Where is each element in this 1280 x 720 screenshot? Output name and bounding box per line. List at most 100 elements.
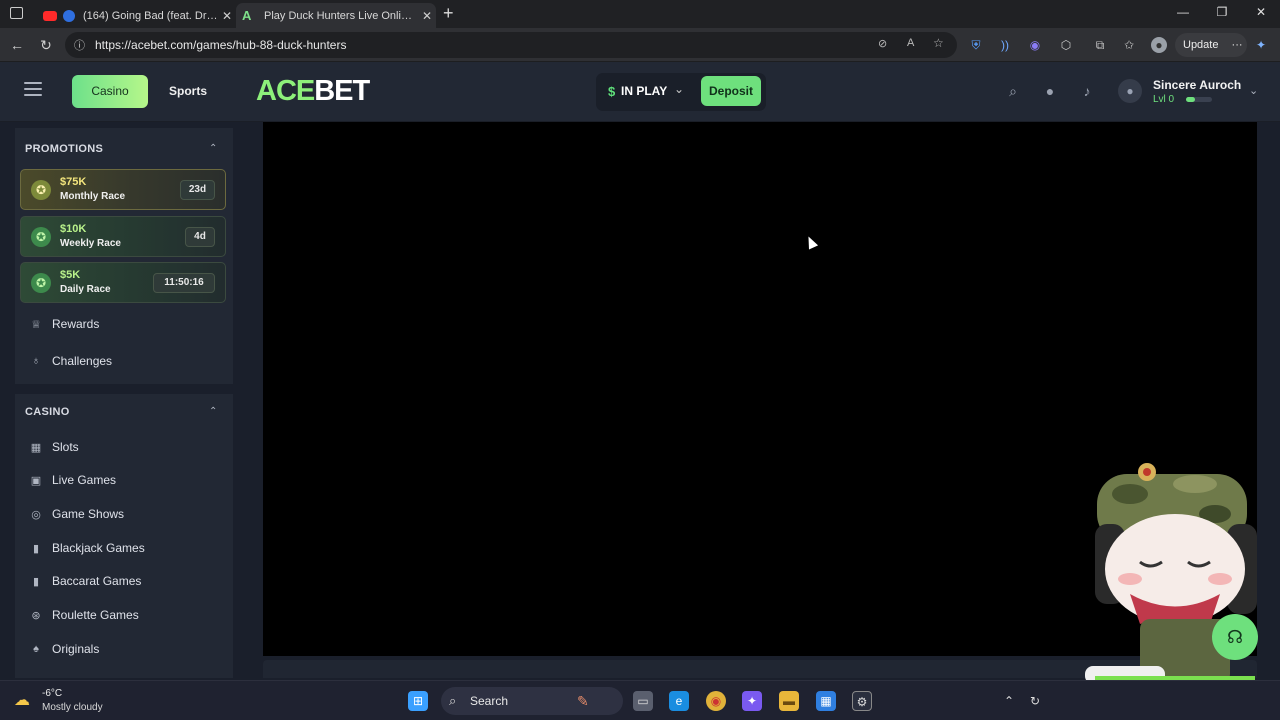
race-icon: ✪ xyxy=(31,180,51,200)
acebet-logo[interactable]: ACEBET xyxy=(256,75,370,108)
game-shows-icon: ◎ xyxy=(31,508,41,521)
casino-title: CASINO xyxy=(25,406,70,418)
update-button[interactable]: Update ··· xyxy=(1175,33,1247,57)
temperature: -6°C xyxy=(42,688,63,699)
sidebar-item-label: Originals xyxy=(52,642,100,656)
update-label: Update xyxy=(1183,39,1219,51)
user-level: Lvl 0 xyxy=(1153,94,1175,105)
tab-actions-icon[interactable] xyxy=(10,7,23,19)
sidebar-item-live-games[interactable]: ▣ Live Games xyxy=(28,469,116,491)
profile-icon[interactable]: ● xyxy=(1151,37,1167,53)
race-weekly[interactable]: ✪ $10K Weekly Race 4d xyxy=(20,216,226,257)
chrome-icon[interactable]: ◉ xyxy=(706,691,726,711)
search-icon[interactable]: ⌕ xyxy=(1004,82,1022,100)
race-amount: $5K xyxy=(60,269,81,281)
sidebar-item-originals[interactable]: ♠ Originals xyxy=(28,638,99,660)
race-timer: 4d xyxy=(185,227,215,247)
close-tab-icon[interactable]: ✕ xyxy=(418,9,436,23)
chevron-down-icon[interactable]: ⌄ xyxy=(1249,84,1258,97)
race-icon: ✪ xyxy=(31,227,51,247)
chevron-down-icon: ⌄ xyxy=(674,82,685,96)
split-screen-icon[interactable]: ⧉ xyxy=(1092,37,1108,53)
bell-icon[interactable]: ♪ xyxy=(1078,82,1096,100)
cap-badge-center xyxy=(1143,468,1151,476)
tray-overflow-icon[interactable]: ⌃ xyxy=(999,691,1019,711)
file-explorer-icon[interactable]: ▬ xyxy=(779,691,799,711)
logo-bet: BET xyxy=(314,75,370,107)
extensions-puzzle-icon[interactable]: ⬡ xyxy=(1058,37,1074,53)
sidebar-item-rewards[interactable]: ♕ Rewards xyxy=(28,313,99,335)
more-menu-icon[interactable]: ··· xyxy=(1232,39,1243,51)
tracking-prevention-icon[interactable]: ⊘ xyxy=(878,37,887,50)
reload-icon[interactable]: ↻ xyxy=(37,36,55,54)
sidebar-item-baccarat[interactable]: ▮ Baccarat Games xyxy=(28,570,141,592)
sidebar-item-roulette[interactable]: ⊛ Roulette Games xyxy=(28,604,138,626)
maximize-icon[interactable]: ❐ xyxy=(1211,5,1233,23)
steam-icon[interactable]: ⚙ xyxy=(852,691,872,711)
edge-browser-icon[interactable]: e xyxy=(669,691,689,711)
casino-tab[interactable]: Casino xyxy=(72,75,148,108)
support-headset-button[interactable]: ☊ xyxy=(1212,614,1258,660)
cap-camo-patch xyxy=(1173,475,1217,493)
read-aloud-icon[interactable]: A xyxy=(907,37,914,49)
balance-label: IN PLAY xyxy=(621,84,668,98)
partly-cloudy-icon: ☁ xyxy=(14,692,30,709)
windows-taskbar: ☁ -6°C Mostly cloudy ⊞ ⌕ Search ✎ ▭ e ◉ … xyxy=(0,680,1280,720)
close-window-icon[interactable]: ✕ xyxy=(1250,5,1272,23)
sidebar-item-game-shows[interactable]: ◎ Game Shows xyxy=(28,503,124,525)
favorites-icon[interactable]: ✩ xyxy=(1121,37,1137,53)
sidebar-item-label: Game Shows xyxy=(52,507,125,521)
race-timer: 23d xyxy=(180,180,215,200)
sidebar-item-challenges[interactable]: ♁ Challenges xyxy=(28,350,112,372)
address-bar[interactable]: ⓘ https://acebet.com/games/hub-88-duck-h… xyxy=(65,32,957,58)
close-tab-icon[interactable]: ✕ xyxy=(218,9,236,23)
youtube-icon xyxy=(43,10,57,21)
deposit-button[interactable]: Deposit xyxy=(701,76,761,106)
sync-icon[interactable]: ↻ xyxy=(1025,691,1045,711)
sidebar-item-label: Live Games xyxy=(52,473,117,487)
race-daily[interactable]: ✪ $5K Daily Race 11:50:16 xyxy=(20,262,226,303)
cap-camo-patch xyxy=(1112,484,1148,504)
copilot-icon[interactable]: ✦ xyxy=(1253,37,1269,53)
site-info-icon[interactable]: ⓘ xyxy=(74,37,85,53)
originals-icon: ♠ xyxy=(33,643,39,655)
browser-tab-youtube[interactable]: (164) Going Bad (feat. Drake) ✕ xyxy=(34,3,236,28)
task-view-icon[interactable]: ▭ xyxy=(633,691,653,711)
menu-hamburger-icon[interactable] xyxy=(24,82,42,100)
chevron-up-icon[interactable]: ⌃ xyxy=(209,406,217,417)
discord-extension-icon[interactable]: ◉ xyxy=(1027,37,1043,53)
copilot-app-icon[interactable]: ✦ xyxy=(742,691,762,711)
windows-start-icon[interactable]: ⊞ xyxy=(408,691,428,711)
chat-icon[interactable]: ● xyxy=(1041,82,1059,100)
blush-left xyxy=(1118,573,1142,585)
search-icon: ⌕ xyxy=(449,693,457,708)
new-tab-button[interactable]: + xyxy=(443,3,454,24)
username[interactable]: Sincere Auroch xyxy=(1153,78,1241,92)
browser-tab-acebet[interactable]: A Play Duck Hunters Live Online | AceBet… xyxy=(236,3,436,28)
taskbar-search[interactable]: ⌕ Search ✎ xyxy=(441,687,623,715)
sidebar-item-label: Baccarat Games xyxy=(52,574,142,588)
level-progress-fill xyxy=(1186,97,1196,102)
audio-extension-icon[interactable]: )) xyxy=(997,37,1013,53)
weather-condition: Mostly cloudy xyxy=(42,702,103,713)
chevron-up-icon[interactable]: ⌃ xyxy=(209,143,217,154)
back-icon[interactable]: ← xyxy=(8,36,26,54)
blush-right xyxy=(1208,573,1232,585)
url-text: https://acebet.com/games/hub-88-duck-hun… xyxy=(95,38,347,52)
acebet-favicon-icon: A xyxy=(242,8,252,23)
sidebar-item-slots[interactable]: ▦ Slots xyxy=(28,436,79,458)
sports-tab[interactable]: Sports xyxy=(158,75,218,108)
browser-toolbar: ← ↻ ⓘ https://acebet.com/games/hub-88-du… xyxy=(0,28,1280,62)
taskbar-search-label: Search xyxy=(470,694,509,708)
sidebar-item-label: Challenges xyxy=(52,354,113,368)
shield-extension-icon[interactable]: ⛨ xyxy=(968,37,984,53)
currency-symbol: $ xyxy=(608,84,616,99)
avatar[interactable]: ● xyxy=(1118,79,1142,103)
minimize-icon[interactable]: — xyxy=(1172,5,1194,23)
favorite-star-icon[interactable]: ☆ xyxy=(933,36,944,50)
microsoft-store-icon[interactable]: ▦ xyxy=(816,691,836,711)
sidebar-item-blackjack[interactable]: ▮ Blackjack Games xyxy=(28,537,145,559)
race-monthly[interactable]: ✪ $75K Monthly Race 23d xyxy=(20,169,226,210)
level-progress-bar xyxy=(1186,97,1212,102)
trophy-icon: ♕ xyxy=(31,318,41,331)
